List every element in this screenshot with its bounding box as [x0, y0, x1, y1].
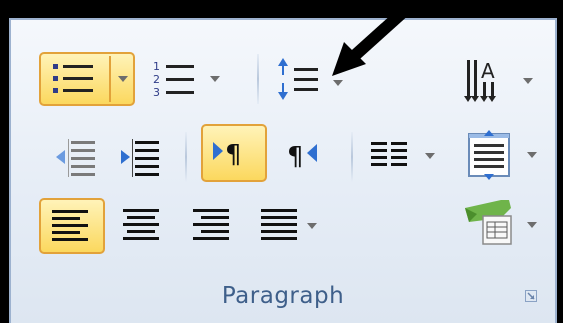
arrow-pointer-icon	[332, 0, 417, 76]
